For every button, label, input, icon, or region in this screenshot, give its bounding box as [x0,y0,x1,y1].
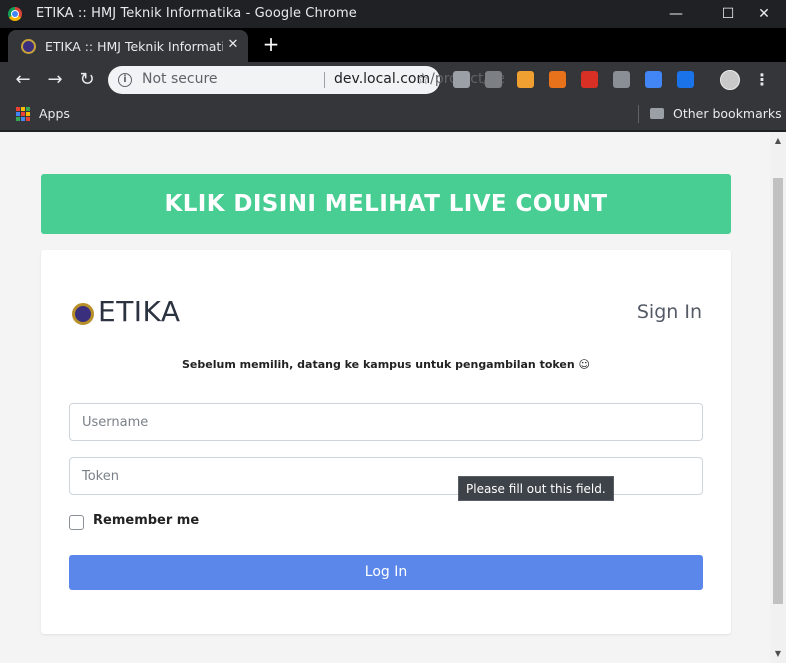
stop-extension-icon[interactable] [581,71,598,88]
scrollbar-thumb[interactable] [773,178,783,604]
music-extension-icon[interactable] [549,71,566,88]
translate-extension-icon[interactable] [645,71,662,88]
page-scrollbar[interactable]: ▲ ▼ [770,132,786,663]
window-title: ETIKA :: HMJ Teknik Informatika - Google… [36,6,357,21]
live-count-banner[interactable]: KLIK DISINI MELIHAT LIVE COUNT [41,174,731,234]
arrow-extension-icon[interactable] [485,71,502,88]
profile-avatar[interactable] [720,70,740,90]
chrome-menu-button[interactable]: ⋮ [752,68,772,92]
tab-close-icon[interactable]: ✕ [224,36,242,54]
tab-title: ETIKA :: HMJ Teknik Informatika [45,39,223,54]
logo-text: ETIKA [98,295,181,328]
validation-tooltip: Please fill out this field. [458,476,614,501]
apps-grid-dot [16,112,20,116]
page-viewport: KLIK DISINI MELIHAT LIVE COUNT ETIKA Sig… [0,132,786,663]
owl-extension-icon[interactable] [517,71,534,88]
title-bar: ETIKA :: HMJ Teknik Informatika - Google… [0,0,786,28]
close-window-button[interactable]: ✕ [742,0,786,28]
minimize-button[interactable]: — [654,0,698,28]
bookmark-star-icon[interactable]: ☆ [416,69,430,88]
apps-bookmark[interactable]: Apps [39,106,70,121]
chat-extension-icon[interactable] [453,71,470,88]
browser-window: ETIKA :: HMJ Teknik Informatika - Google… [0,0,786,663]
username-input[interactable] [69,403,703,441]
omnibox-divider [324,72,325,88]
chrome-logo-icon [8,7,22,21]
remember-me-label[interactable]: Remember me [93,513,199,528]
security-label[interactable]: Not secure [142,71,218,87]
apps-grid-dot [21,107,25,111]
login-button[interactable]: Log In [69,555,703,590]
new-tab-button[interactable]: + [260,32,282,56]
tab-etika[interactable]: ETIKA :: HMJ Teknik Informatika ✕ [8,30,248,62]
apps-grid-dot [21,117,25,121]
forward-button[interactable]: → [43,68,67,92]
scroll-down-arrow-icon[interactable]: ▼ [770,647,786,661]
apps-grid-dot [26,107,30,111]
browser-toolbar: ← → ↻ i Not secure dev.local.com/project… [0,62,786,98]
back-button[interactable]: ← [11,68,35,92]
address-bar[interactable]: i Not secure dev.local.com/project/pe...… [108,66,504,94]
apps-grid-dot [26,112,30,116]
remember-me-checkbox[interactable] [69,515,84,530]
etika-favicon-icon [21,39,36,54]
reload-button[interactable]: ↻ [75,68,99,92]
other-bookmarks[interactable]: Other bookmarks [673,106,782,121]
folder-icon [650,108,664,119]
apps-grid-icon[interactable] [16,107,30,121]
apps-grid-dot [26,117,30,121]
sign-in-title: Sign In [636,301,702,323]
bookmarks-bar: Apps Other bookmarks [0,98,786,131]
etika-logo-icon [72,303,94,325]
scroll-up-arrow-icon[interactable]: ▲ [770,134,786,148]
apps-grid-dot [21,112,25,116]
tab-strip: ETIKA :: HMJ Teknik Informatika ✕ [0,28,786,62]
info-icon[interactable]: i [118,73,132,87]
s-extension-icon[interactable] [677,71,694,88]
token-notice: Sebelum memilih, datang ke kampus untuk … [182,358,590,371]
apps-grid-dot [16,107,20,111]
login-card: ETIKA Sign In Sebelum memilih, datang ke… [41,250,731,634]
bookmarks-divider [638,105,639,123]
apps-grid-dot [16,117,20,121]
m-extension-icon[interactable] [613,71,630,88]
